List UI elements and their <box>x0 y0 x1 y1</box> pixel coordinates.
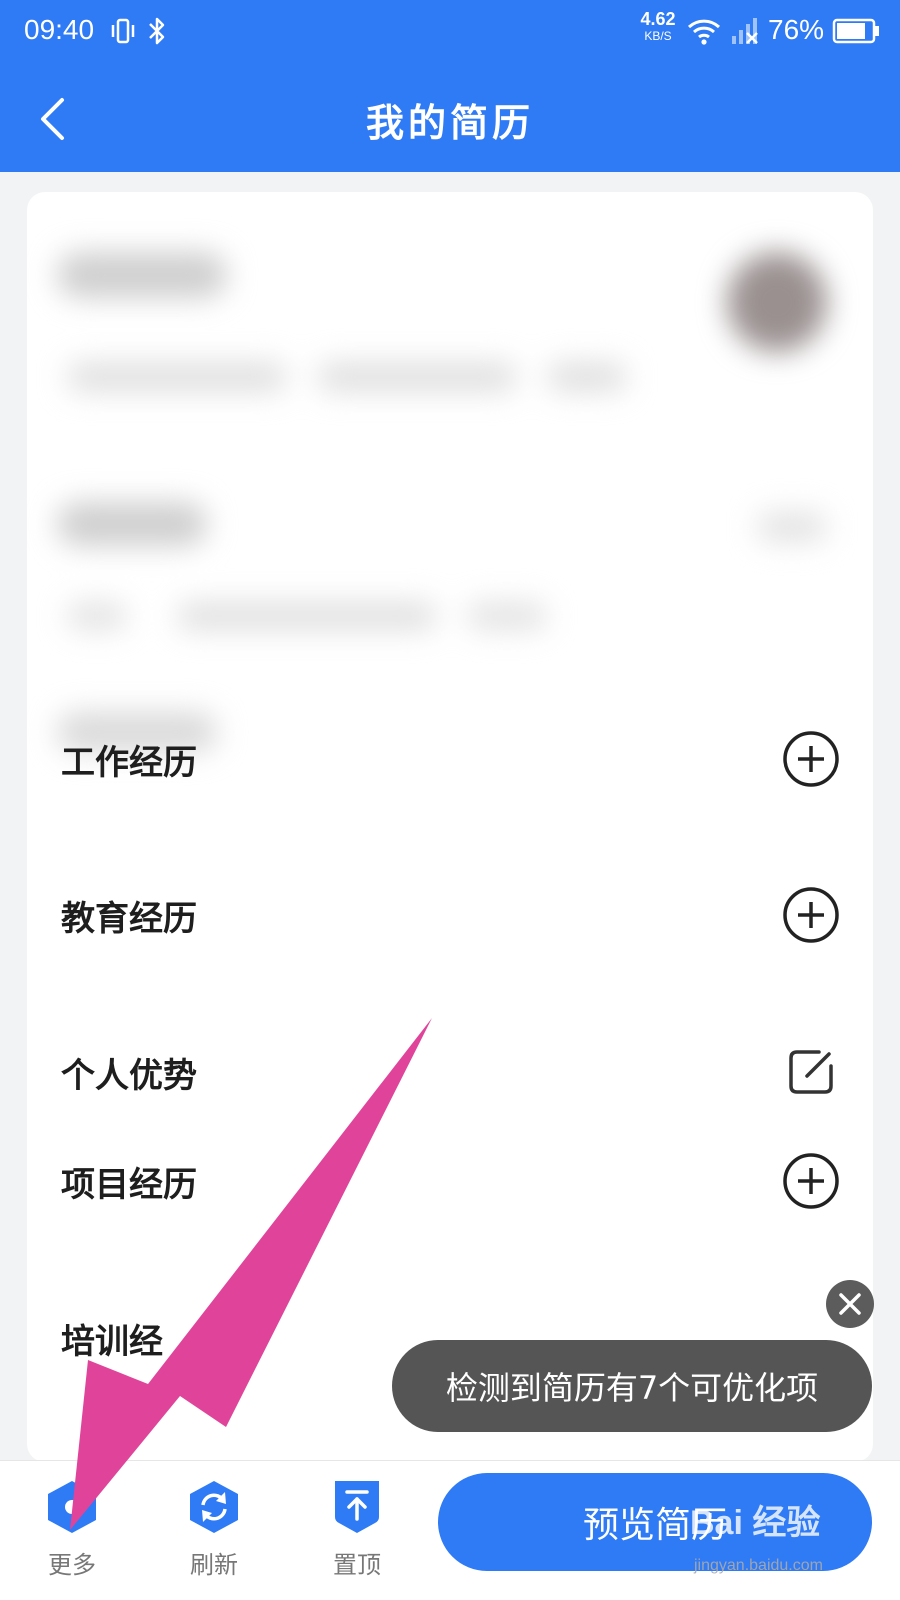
close-toast-button[interactable] <box>826 1280 874 1328</box>
section-projects[interactable]: 项目经历 <box>61 1147 841 1217</box>
network-speed-value: 4.62 <box>640 9 676 29</box>
edit-icon[interactable] <box>781 1042 841 1102</box>
toast-text: 检测到简历有7个可优化项 <box>445 1369 819 1407</box>
page-title: 我的简历 <box>365 101 534 145</box>
battery-icon <box>832 18 879 44</box>
arrow-up-icon <box>335 1481 379 1533</box>
pin-top-button[interactable]: 置顶 <box>312 1477 402 1580</box>
network-speed: 4.62 KB/S <box>636 10 680 42</box>
refresh-icon <box>190 1481 238 1533</box>
more-button[interactable]: 更多 <box>27 1477 117 1580</box>
watermark: Bai 经验 jingyan.baidu.com <box>690 1495 880 1590</box>
status-bar: 09:40 4.62 KB/S 76% <box>0 0 900 64</box>
blurred-personal-info <box>27 212 873 952</box>
optimization-toast: 检测到简历有7个可优化项 <box>392 1340 872 1432</box>
section-label: 项目经历 <box>61 1165 197 1205</box>
status-time: 09:40 <box>24 14 95 45</box>
section-education[interactable]: 教育经历 <box>61 881 841 951</box>
plus-circle-icon[interactable] <box>781 1151 841 1211</box>
plus-circle-icon[interactable] <box>781 729 841 789</box>
section-personal-strengths[interactable]: 个人优势 <box>61 1038 841 1108</box>
plus-circle-icon[interactable] <box>781 885 841 945</box>
wifi-icon <box>687 19 721 45</box>
section-label: 个人优势 <box>61 1056 197 1096</box>
section-label: 培训经 <box>61 1322 163 1362</box>
section-work-experience[interactable]: 工作经历 <box>61 725 841 795</box>
close-icon <box>839 1293 861 1315</box>
more-label: 更多 <box>48 1551 96 1579</box>
watermark-url: jingyan.baidu.com <box>694 1557 823 1574</box>
refresh-label: 刷新 <box>190 1551 238 1579</box>
refresh-button[interactable]: 刷新 <box>169 1477 259 1580</box>
network-speed-unit: KB/S <box>644 29 672 43</box>
section-label: 教育经历 <box>61 899 197 939</box>
signal-icon <box>732 18 758 44</box>
watermark-brand: Bai 经验 <box>690 1504 821 1542</box>
hexagon-dot-icon <box>48 1481 96 1533</box>
section-label: 工作经历 <box>61 743 197 783</box>
vibrate-icon <box>111 18 135 44</box>
pin-top-label: 置顶 <box>333 1551 381 1579</box>
bluetooth-icon <box>149 17 165 45</box>
nav-bar: 我的简历 <box>0 64 900 172</box>
battery-percent: 76% <box>768 14 825 45</box>
resume-card: 工作经历 教育经历 个人优势 项目经历 培训经 <box>27 192 873 1462</box>
